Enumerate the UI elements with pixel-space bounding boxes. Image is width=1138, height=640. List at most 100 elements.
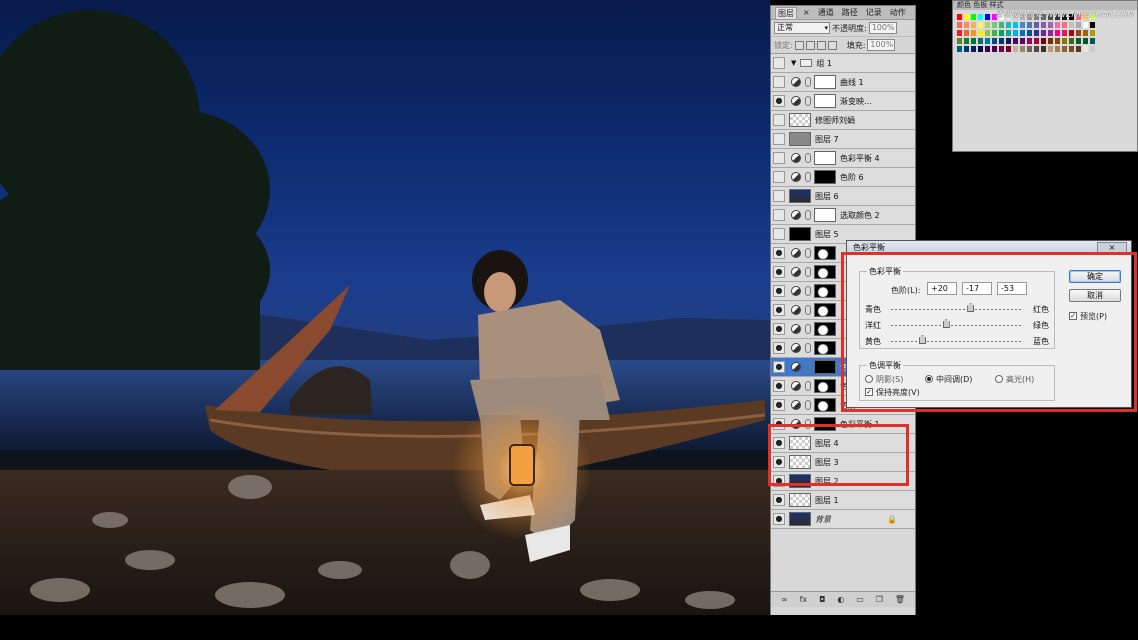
color-swatch[interactable]: [963, 13, 970, 21]
mask-icon[interactable]: ◘: [819, 595, 825, 604]
color-swatch[interactable]: [1047, 21, 1054, 29]
expand-triangle-icon[interactable]: ▼: [791, 59, 796, 67]
color-swatch[interactable]: [1047, 29, 1054, 37]
color-swatch[interactable]: [1040, 21, 1047, 29]
color-swatch[interactable]: [1026, 21, 1033, 29]
color-swatch[interactable]: [998, 29, 1005, 37]
color-swatch[interactable]: [1033, 29, 1040, 37]
color-swatch[interactable]: [1012, 29, 1019, 37]
lock-all-icon[interactable]: [827, 40, 837, 50]
color-swatch[interactable]: [984, 21, 991, 29]
link-icon[interactable]: [805, 248, 811, 258]
layer-row[interactable]: 图层 7: [771, 130, 915, 149]
folder-icon[interactable]: ▭: [856, 595, 864, 604]
layer-row[interactable]: ● 背景 🔒: [771, 510, 915, 529]
color-swatch[interactable]: [1061, 45, 1068, 53]
link-icon[interactable]: [805, 324, 811, 334]
eye-icon[interactable]: ●: [773, 399, 785, 411]
color-swatch[interactable]: [991, 37, 998, 45]
color-swatch[interactable]: [1040, 29, 1047, 37]
color-swatch[interactable]: [1082, 45, 1089, 53]
eye-icon[interactable]: ●: [773, 494, 785, 506]
link-icon[interactable]: [805, 286, 811, 296]
color-swatch[interactable]: [1054, 37, 1061, 45]
eye-icon[interactable]: ●: [773, 361, 785, 373]
lock-paint-icon[interactable]: [805, 40, 815, 50]
tab-history[interactable]: 记录: [864, 7, 884, 18]
link-icon[interactable]: [805, 96, 811, 106]
layer-row[interactable]: 色阶 6: [771, 168, 915, 187]
color-swatch[interactable]: [970, 45, 977, 53]
link-icon[interactable]: [805, 210, 811, 220]
new-layer-icon[interactable]: ❐: [876, 595, 883, 604]
color-swatch[interactable]: [956, 37, 963, 45]
color-swatch[interactable]: [1068, 45, 1075, 53]
color-swatch[interactable]: [1089, 21, 1096, 29]
color-swatch[interactable]: [1089, 29, 1096, 37]
color-swatch[interactable]: [1075, 45, 1082, 53]
link-icon[interactable]: ∞: [781, 595, 788, 604]
color-swatch[interactable]: [1005, 45, 1012, 53]
color-swatch[interactable]: [970, 37, 977, 45]
color-swatch[interactable]: [977, 29, 984, 37]
color-swatch[interactable]: [984, 29, 991, 37]
color-swatch[interactable]: [1082, 21, 1089, 29]
color-swatch[interactable]: [956, 29, 963, 37]
color-swatch[interactable]: [1040, 45, 1047, 53]
layer-row[interactable]: 色彩平衡 4: [771, 149, 915, 168]
color-swatch[interactable]: [1026, 29, 1033, 37]
tab-paths[interactable]: 路径: [840, 7, 860, 18]
color-swatch[interactable]: [1068, 21, 1075, 29]
color-swatch[interactable]: [1040, 37, 1047, 45]
color-swatch[interactable]: [1075, 21, 1082, 29]
color-swatch[interactable]: [1068, 29, 1075, 37]
link-icon[interactable]: [805, 267, 811, 277]
eye-icon[interactable]: [773, 114, 785, 126]
eye-icon[interactable]: [773, 57, 785, 69]
color-swatch[interactable]: [984, 45, 991, 53]
link-icon[interactable]: [805, 153, 811, 163]
link-icon[interactable]: [805, 343, 811, 353]
color-swatch[interactable]: [1054, 29, 1061, 37]
link-icon[interactable]: [805, 362, 811, 372]
layer-row[interactable]: 图层 6: [771, 187, 915, 206]
color-swatch[interactable]: [984, 37, 991, 45]
color-swatch[interactable]: [977, 13, 984, 21]
link-icon[interactable]: [805, 77, 811, 87]
trash-icon[interactable]: 🗑: [895, 595, 905, 604]
color-swatch[interactable]: [984, 13, 991, 21]
layer-row[interactable]: 修图师刘娟: [771, 111, 915, 130]
color-swatch[interactable]: [1082, 29, 1089, 37]
color-swatch[interactable]: [1054, 45, 1061, 53]
color-swatch[interactable]: [1068, 37, 1075, 45]
eye-icon[interactable]: [773, 76, 785, 88]
color-swatch[interactable]: [991, 29, 998, 37]
color-swatch[interactable]: [1061, 37, 1068, 45]
fx-icon[interactable]: fx: [800, 595, 808, 604]
tab-channels[interactable]: 通道: [816, 7, 836, 18]
color-swatch[interactable]: [963, 45, 970, 53]
color-swatch[interactable]: [977, 45, 984, 53]
tab-layers[interactable]: 图层: [775, 6, 797, 19]
color-swatch[interactable]: [1047, 45, 1054, 53]
color-swatch[interactable]: [1019, 45, 1026, 53]
color-swatch[interactable]: [970, 13, 977, 21]
tab-actions[interactable]: 动作: [888, 7, 908, 18]
link-icon[interactable]: [805, 400, 811, 410]
eye-icon[interactable]: [773, 152, 785, 164]
color-swatch[interactable]: [1012, 45, 1019, 53]
color-swatch[interactable]: [1012, 37, 1019, 45]
color-swatch[interactable]: [1089, 45, 1096, 53]
layer-row[interactable]: ● 渐变映...: [771, 92, 915, 111]
eye-icon[interactable]: ●: [773, 285, 785, 297]
color-swatch[interactable]: [970, 21, 977, 29]
tab-layers-close[interactable]: ×: [801, 8, 812, 17]
layer-row[interactable]: ● 图层 1: [771, 491, 915, 510]
color-swatch[interactable]: [998, 37, 1005, 45]
color-swatch[interactable]: [1033, 45, 1040, 53]
color-swatch[interactable]: [998, 21, 1005, 29]
blend-mode-select[interactable]: 正常: [774, 22, 830, 34]
color-swatch[interactable]: [1089, 37, 1096, 45]
layer-row[interactable]: 选取颜色 2: [771, 206, 915, 225]
color-swatch[interactable]: [1019, 37, 1026, 45]
